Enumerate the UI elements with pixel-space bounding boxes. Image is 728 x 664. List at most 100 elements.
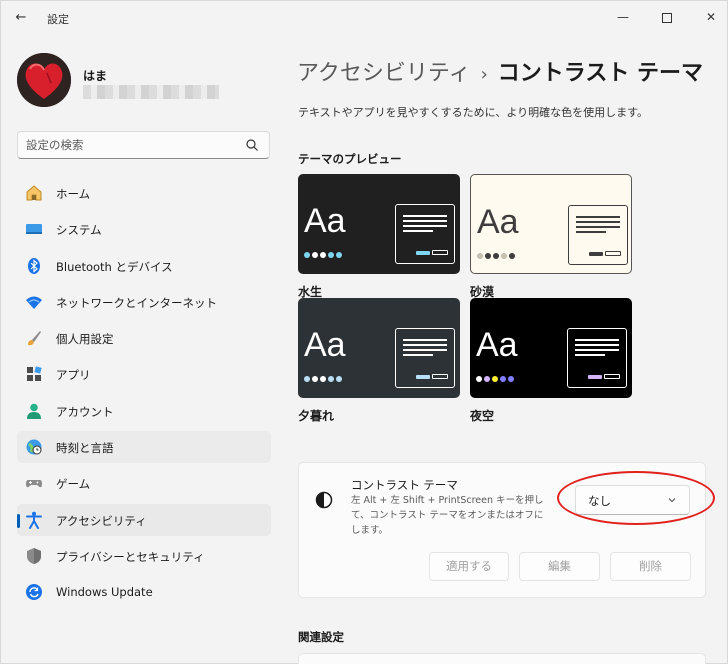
title-bar: ← 設定 — ✕	[1, 1, 727, 35]
mini-window-text-line	[403, 354, 433, 356]
system-icon	[26, 224, 42, 235]
sidebar-item-label: プライバシーとセキュリティ	[56, 549, 205, 564]
update-icon	[26, 584, 42, 601]
search-icon	[246, 139, 258, 151]
wifi-icon	[26, 296, 42, 309]
mini-window-text-line	[576, 231, 606, 233]
edit-button[interactable]: 編集	[519, 552, 600, 581]
user-name: はま	[83, 69, 108, 83]
mini-window-secondary-button	[605, 251, 621, 256]
sidebar-item-label: 時刻と言語	[56, 441, 114, 456]
theme-color-dot	[336, 252, 342, 258]
mini-window-text-line	[576, 226, 620, 228]
mini-window-secondary-button	[604, 374, 620, 379]
mini-window-text-line	[403, 215, 447, 217]
settings-window: ← 設定 — ✕ はま 設定の検索 ホーム システム Bluetooth とデバ…	[0, 0, 728, 664]
theme-name: 夕暮れ	[298, 409, 335, 423]
theme-color-dot	[500, 376, 506, 382]
theme-mini-window	[395, 328, 455, 388]
user-email-redacted	[83, 85, 219, 99]
mini-window-secondary-button	[432, 250, 448, 255]
accessibility-icon	[26, 511, 42, 529]
theme-sample-text: Aa	[304, 202, 346, 240]
maximize-icon	[662, 12, 672, 23]
maximize-button[interactable]	[645, 5, 689, 29]
theme-color-dot	[484, 376, 490, 382]
sidebar-item-system[interactable]: システム	[17, 213, 271, 245]
sidebar-item-label: Windows Update	[56, 585, 153, 600]
sidebar-item-gaming[interactable]: ゲーム	[17, 467, 271, 499]
preview-heading: テーマのプレビュー	[298, 152, 402, 166]
theme-color-dot	[304, 252, 310, 258]
sidebar-item-label: アプリ	[56, 368, 91, 383]
sidebar-item-accounts[interactable]: アカウント	[17, 395, 271, 427]
mini-window-primary-button	[588, 375, 602, 379]
mini-window-text-line	[575, 349, 619, 351]
avatar[interactable]	[17, 53, 71, 107]
search-box[interactable]	[17, 131, 270, 159]
breadcrumb: アクセシビリティ › コントラスト テーマ	[297, 55, 703, 87]
theme-preview-night-sky[interactable]: Aa	[470, 298, 632, 398]
sidebar-item-privacy[interactable]: プライバシーとセキュリティ	[17, 540, 271, 572]
contrast-icon	[315, 491, 333, 509]
theme-color-dots	[476, 371, 516, 385]
sidebar-item-time-language[interactable]: 時刻と言語	[17, 431, 271, 464]
related-settings-card[interactable]	[298, 653, 706, 664]
theme-color-dot	[501, 253, 507, 259]
theme-sample-text: Aa	[477, 203, 519, 241]
theme-preview-desert[interactable]: Aa	[470, 174, 632, 274]
sidebar-item-bluetooth[interactable]: Bluetooth とデバイス	[17, 250, 271, 282]
sidebar-item-label: システム	[56, 223, 102, 238]
theme-preview-aquatic[interactable]: Aa	[298, 174, 460, 274]
theme-preview-dusk[interactable]: Aa	[298, 298, 460, 398]
close-button[interactable]: ✕	[689, 5, 728, 29]
mini-window-text-line	[403, 230, 433, 232]
breadcrumb-parent[interactable]: アクセシビリティ	[297, 61, 471, 86]
sidebar-item-home[interactable]: ホーム	[17, 177, 271, 209]
mini-window-text-line	[403, 349, 447, 351]
breadcrumb-separator: ›	[480, 64, 488, 85]
app-title: 設定	[47, 13, 69, 26]
sidebar-item-network[interactable]: ネットワークとインターネット	[17, 286, 271, 318]
theme-color-dot	[328, 376, 334, 382]
minimize-icon: —	[617, 10, 629, 24]
page-description: テキストやアプリを見やすくするために、より明確な色を使用します。	[298, 106, 649, 119]
sidebar-item-label: ゲーム	[56, 477, 91, 492]
theme-color-dot	[508, 376, 514, 382]
heart-avatar-icon	[17, 53, 71, 107]
sidebar-item-label: Bluetooth とデバイス	[56, 259, 173, 274]
mini-window-text-line	[576, 216, 620, 218]
sidebar-item-windows-update[interactable]: Windows Update	[17, 576, 271, 608]
search-input[interactable]	[26, 137, 236, 153]
mini-window-primary-button	[416, 251, 430, 255]
sidebar-item-label: ホーム	[56, 187, 91, 201]
theme-color-dot	[336, 376, 342, 382]
sidebar-item-accessibility[interactable]: アクセシビリティ	[17, 503, 271, 536]
mini-window-text-line	[575, 339, 619, 341]
home-icon	[26, 185, 42, 201]
mini-window-text-line	[403, 339, 447, 341]
theme-color-dot	[312, 376, 318, 382]
contrast-title: コントラスト テーマ	[351, 478, 458, 492]
theme-name: 夜空	[470, 409, 495, 423]
apply-button[interactable]: 適用する	[429, 552, 509, 581]
mini-window-primary-button	[589, 252, 603, 256]
sidebar-item-apps[interactable]: アプリ	[17, 358, 271, 390]
account-icon	[27, 403, 41, 419]
sidebar-item-personalization[interactable]: 個人用設定	[17, 322, 271, 354]
minimize-button[interactable]: —	[601, 5, 645, 29]
mini-window-text-line	[403, 344, 447, 346]
delete-button[interactable]: 削除	[610, 552, 691, 581]
theme-color-dot	[312, 252, 318, 258]
related-settings-heading: 関連設定	[298, 630, 344, 644]
theme-color-dot	[328, 252, 334, 258]
gamepad-icon	[26, 480, 42, 488]
contrast-description: 左 Alt + 左 Shift + PrintScreen キーを押して、コント…	[351, 495, 544, 536]
back-button[interactable]: ←	[11, 9, 31, 27]
theme-color-dot	[509, 253, 515, 259]
back-arrow-icon: ←	[15, 10, 27, 25]
theme-mini-window	[568, 205, 628, 265]
theme-color-dot	[320, 376, 326, 382]
theme-color-dot	[304, 376, 310, 382]
theme-mini-window	[395, 204, 455, 264]
